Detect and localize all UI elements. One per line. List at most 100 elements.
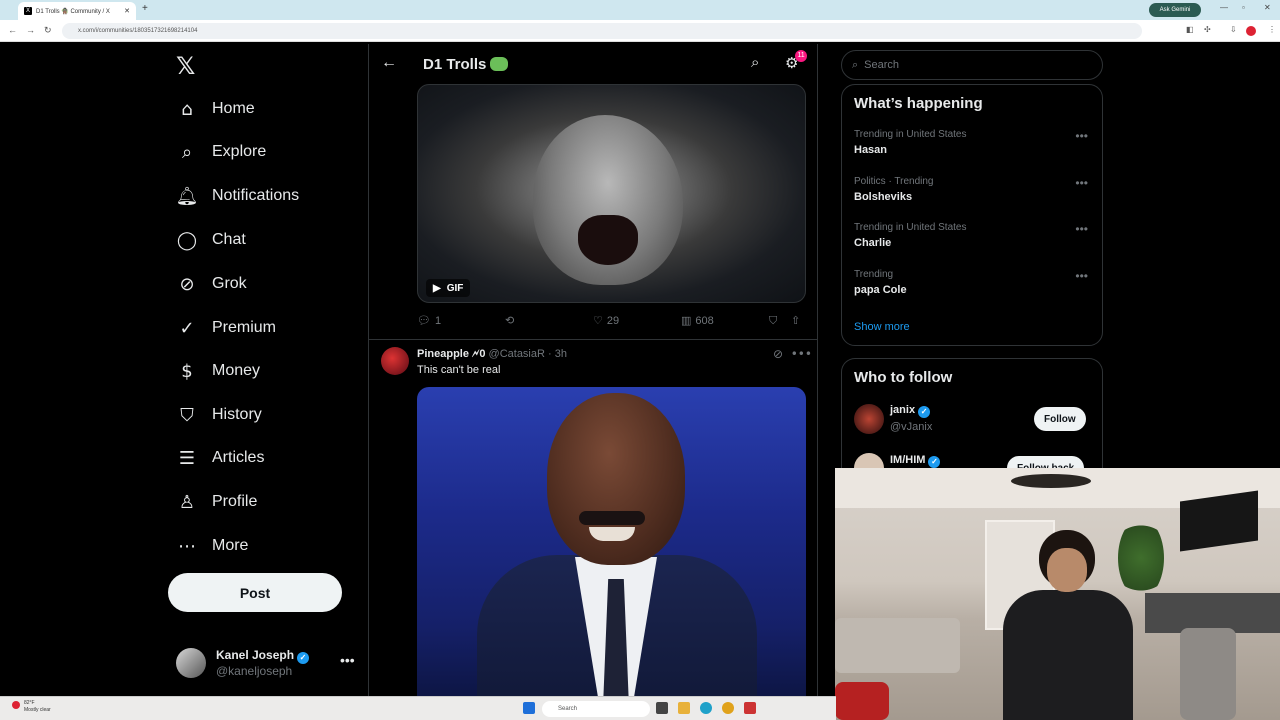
gif-label: GIF [446,282,464,294]
puzzle-icon[interactable]: ✣ [1204,25,1211,34]
tweet-more-icon[interactable]: ••• [791,347,812,361]
trend-item[interactable]: Trending papa Cole ••• [854,269,1094,309]
sofa [835,618,960,673]
weather-widget[interactable]: 82°F Mostly clear [24,700,51,714]
follow-name-row[interactable]: IM/HIM ✓ [890,454,941,468]
sidebar-item-money[interactable]: $ Money [176,357,260,385]
sidebar-item-premium[interactable]: ✓ Premium [176,314,276,342]
notifications-icon: 🔔︎ [175,185,199,207]
weather-temp: 82°F [24,700,35,706]
gif-badge[interactable]: ▶ GIF [426,279,471,297]
trend-more-icon[interactable]: ••• [1075,269,1088,283]
file-explorer-icon[interactable] [678,702,690,714]
account-name-row: Kanel Joseph ✓ [216,648,310,664]
avatar[interactable] [854,404,884,434]
edge-icon[interactable] [700,702,712,714]
follow-name-row[interactable]: janix ✓ [890,404,931,418]
task-view-icon[interactable] [656,702,668,714]
close-window-icon[interactable]: ✕ [1264,3,1271,12]
verified-badge-icon: ✓ [918,406,931,418]
repost-button[interactable]: ⟲ [505,314,514,327]
views-button[interactable]: ▥ 608 [681,314,714,327]
trend-item[interactable]: Politics · Trending Bolsheviks ••• [854,176,1094,216]
search-icon[interactable]: ⌕ [751,54,759,71]
close-tab-icon[interactable]: ✕ [124,7,130,15]
ask-gemini-button[interactable]: Ask Gemini [1149,3,1201,17]
search-input[interactable]: ⌕ Search [841,50,1103,80]
trend-more-icon[interactable]: ••• [1075,176,1088,190]
sidebar-item-history[interactable]: ⛉ History [176,401,262,429]
trend-context: Trending in United States [854,222,967,233]
tab-title: D1 Trolls 🧌 Community / X [36,8,110,15]
address-bar[interactable]: x.com/i/communities/1803517321698214104 [62,23,1142,39]
back-nav-icon[interactable]: ← [8,25,17,35]
trend-more-icon[interactable]: ••• [1075,222,1088,236]
chair [1180,628,1236,720]
avatar[interactable] [381,347,409,375]
taskbar-search[interactable]: Search [542,701,650,717]
grok-explain-icon[interactable]: ⊘ [773,347,783,361]
reload-icon[interactable]: ↻ [44,25,52,36]
show-more-link[interactable]: Show more [854,321,910,333]
streamer-face [1047,548,1087,592]
grok-icon: ⊘ [179,273,195,295]
sidebar-item-profile[interactable]: ♙ Profile [176,488,257,516]
tweet-time: · 3h [548,348,567,360]
url-text: x.com/i/communities/1803517321698214104 [78,28,198,34]
account-more-icon[interactable]: ••• [340,652,355,668]
new-tab-button[interactable]: + [142,3,148,14]
trend-item[interactable]: Trending in United States Hasan ••• [854,129,1094,169]
sidebar-item-chat[interactable]: ◯ Chat [176,226,246,254]
x-logo[interactable]: 𝕏 [176,52,195,80]
like-button[interactable]: ♡ 29 [593,314,619,327]
sidebar-item-more[interactable]: ⋯ More [176,532,248,560]
sidebar-item-grok[interactable]: ⊘ Grok [176,270,246,298]
browser-tab[interactable]: X D1 Trolls 🧌 Community / X ✕ [18,2,136,20]
sidebar-item-label: Chat [212,231,246,248]
back-arrow-icon[interactable]: ← [381,54,397,72]
sidebar-item-articles[interactable]: ☰ Articles [176,444,265,472]
browser-menu-icon[interactable]: ⋮ [1268,25,1276,34]
trend-context: Trending [854,269,894,280]
tweet-image[interactable] [417,387,806,696]
page-title: D1 Trolls [423,56,509,73]
reply-button[interactable]: 💬︎ 1 [417,314,441,327]
maximize-icon[interactable]: ▫ [1242,3,1245,12]
notification-badge: 11 [795,50,807,62]
bookmark-icon[interactable]: ⛉ [769,314,777,328]
tweet-author[interactable]: Pineapple 🗲0 @CatasiaR · 3h [417,348,567,361]
trend-more-icon[interactable]: ••• [1075,129,1088,143]
post-button[interactable]: Post [168,573,342,612]
app-icon[interactable] [744,702,756,714]
share-icon[interactable]: ⇧ [791,314,800,327]
repost-icon: ⟲ [505,314,515,327]
ceiling-fan [1011,474,1091,488]
sidebar-item-notifications[interactable]: 🔔︎ Notifications [175,182,300,210]
download-icon[interactable]: ⇩ [1230,25,1237,34]
sidebar-item-explore[interactable]: ⌕ Explore [176,138,266,166]
home-icon: ⌂ [181,98,193,120]
sidebar-item-home[interactable]: ⌂ Home [176,95,254,123]
x-favicon-icon: X [24,7,32,15]
history-icon: ⛉ [180,404,194,426]
windows-start-icon[interactable] [523,702,535,714]
minimize-icon[interactable]: — [1220,3,1228,12]
author-name: Pineapple 🗲0 [417,348,486,360]
follow-button[interactable]: Follow [1034,407,1086,431]
forward-nav-icon[interactable]: → [26,25,35,35]
articles-icon: ☰ [178,447,196,469]
trend-title: papa Cole [854,284,907,296]
profile-icon[interactable] [1246,26,1256,36]
whats-happening-title: What’s happening [854,95,983,112]
extension-icon[interactable]: ◧ [1186,25,1194,34]
trend-title: Charlie [854,237,892,249]
chrome-icon[interactable] [722,702,734,714]
whats-happening-panel: What’s happening Trending in United Stat… [841,84,1103,346]
tweet-actions: 💬︎ 1 ⟲ ♡ 29 ▥ 608 ⛉ ⇧ [417,312,807,330]
smile [589,527,635,541]
troll-emoji-icon [490,57,509,71]
sidebar-item-label: Money [212,362,261,379]
trend-item[interactable]: Trending in United States Charlie ••• [854,222,1094,262]
gif-media[interactable]: ▶ GIF [417,84,806,303]
account-switcher[interactable]: Kanel Joseph ✓ @kaneljoseph ••• [176,646,356,682]
